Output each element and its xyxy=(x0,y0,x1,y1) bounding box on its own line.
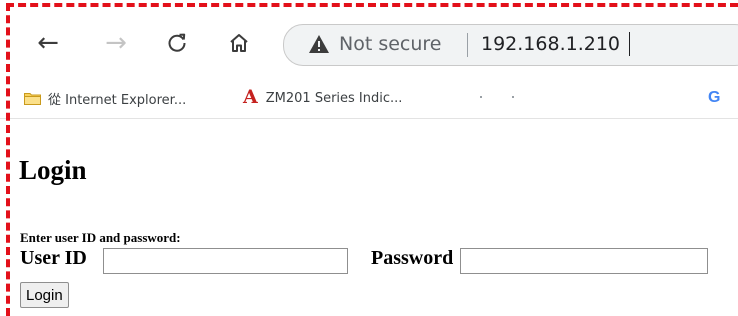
browser-toolbar: ← → Not secure 192.168.1.210 xyxy=(0,0,738,78)
login-button[interactable]: Login xyxy=(20,282,69,308)
url-text[interactable]: 192.168.1.210 xyxy=(481,33,620,55)
acrobat-icon: A xyxy=(243,86,258,108)
bookmarks-bar: 從 Internet Explorer... A ZM201 Series In… xyxy=(0,78,738,119)
login-instructions: Enter user ID and password: xyxy=(20,230,181,245)
bookmark-label: 從 Internet Explorer... xyxy=(48,92,187,108)
redaction-mark xyxy=(512,96,514,98)
back-arrow-icon[interactable]: ← xyxy=(33,28,63,58)
address-bar[interactable]: Not secure 192.168.1.210 xyxy=(283,24,738,66)
google-icon: G xyxy=(708,89,721,106)
bookmark-google[interactable]: G xyxy=(708,87,720,109)
reload-icon[interactable] xyxy=(162,28,192,58)
bookmark-label: ZM201 Series Indic... xyxy=(265,90,403,106)
text-caret xyxy=(629,32,630,56)
redacted-bookmark xyxy=(470,92,550,102)
home-icon[interactable] xyxy=(224,28,254,58)
forward-arrow-icon[interactable]: → xyxy=(101,28,131,58)
user-id-label: User ID xyxy=(20,247,87,269)
page-content: Login Enter user ID and password: User I… xyxy=(0,119,738,316)
password-field[interactable] xyxy=(460,248,708,274)
folder-icon xyxy=(24,92,41,105)
annotation-dashed-border-left xyxy=(6,3,10,316)
user-id-field[interactable] xyxy=(103,248,348,274)
password-label: Password xyxy=(371,247,454,269)
not-secure-label[interactable]: Not secure xyxy=(339,33,442,55)
omnibox-divider xyxy=(467,33,468,57)
page-title: Login xyxy=(19,155,87,185)
redaction-mark xyxy=(480,96,482,98)
annotation-dashed-border-top xyxy=(6,3,738,7)
browser-window: ← → Not secure 192.168.1.210 從 Internet … xyxy=(0,0,738,316)
warning-triangle-icon[interactable] xyxy=(308,34,330,54)
bookmark-zm201[interactable]: A ZM201 Series Indic... xyxy=(243,86,403,109)
bookmark-internet-explorer-folder[interactable]: 從 Internet Explorer... xyxy=(24,87,186,109)
